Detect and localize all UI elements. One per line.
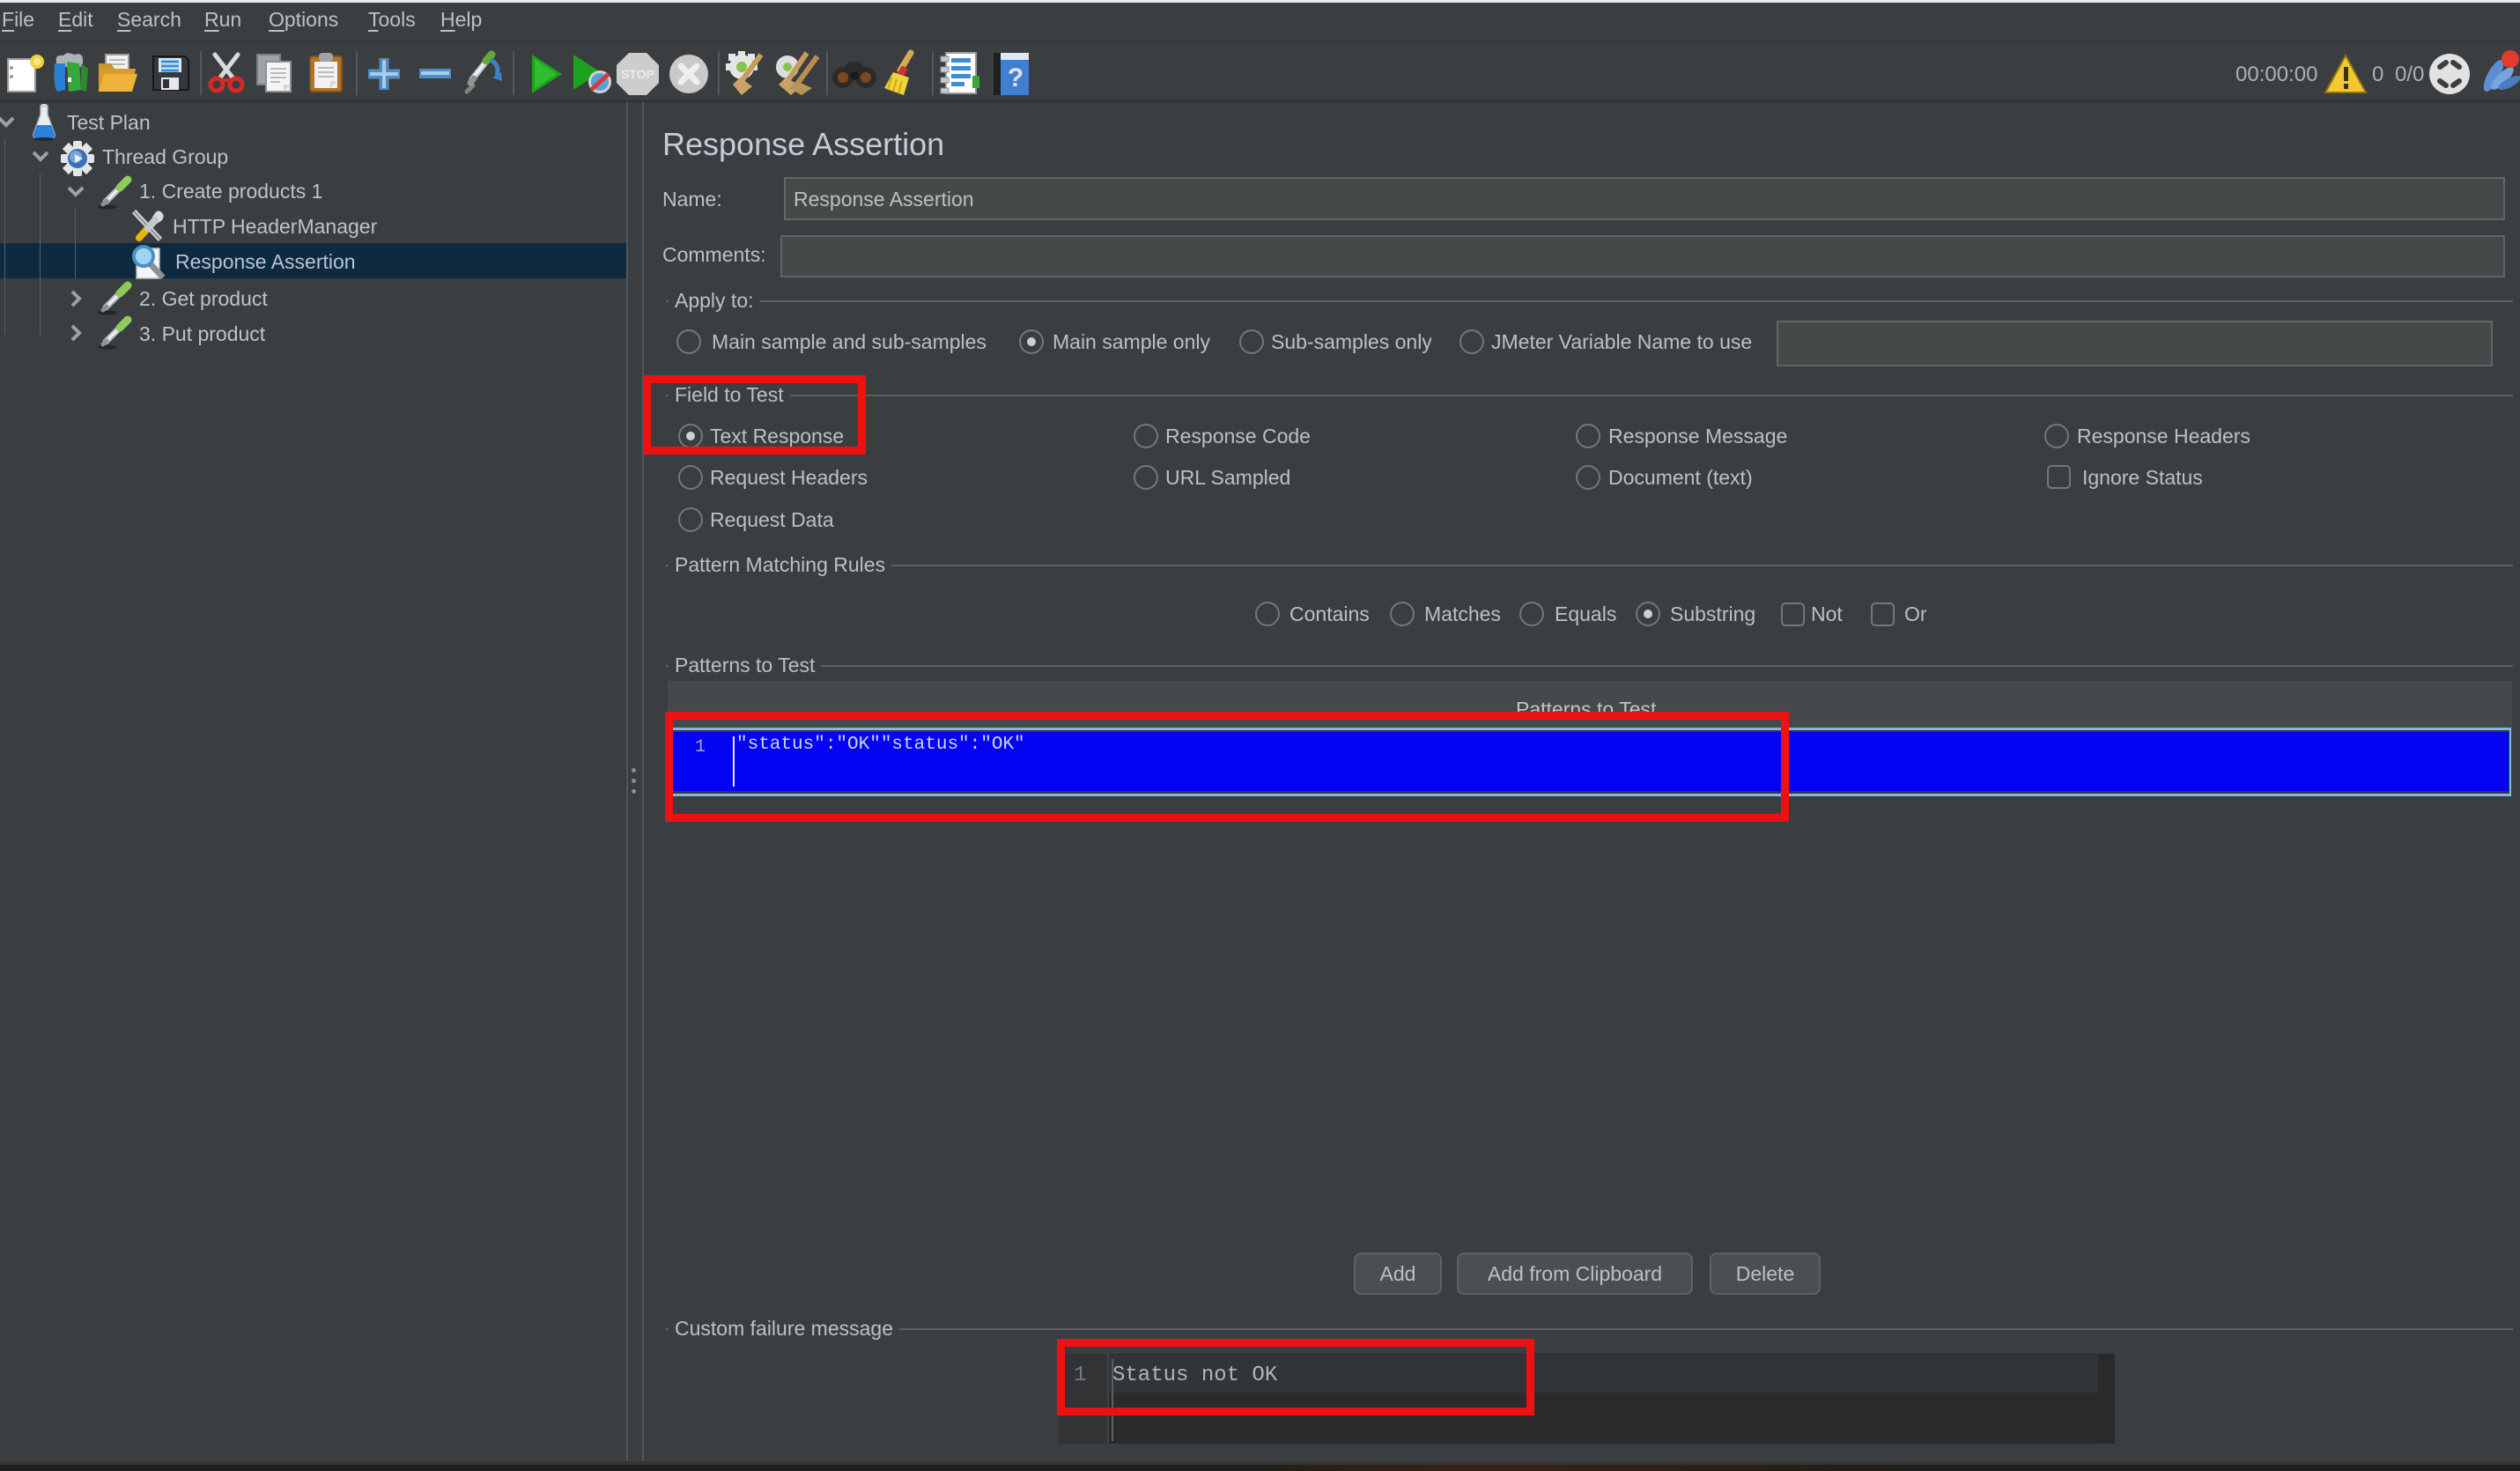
svg-text:?: ? [1008,63,1024,92]
svg-text:STOP: STOP [621,67,654,81]
